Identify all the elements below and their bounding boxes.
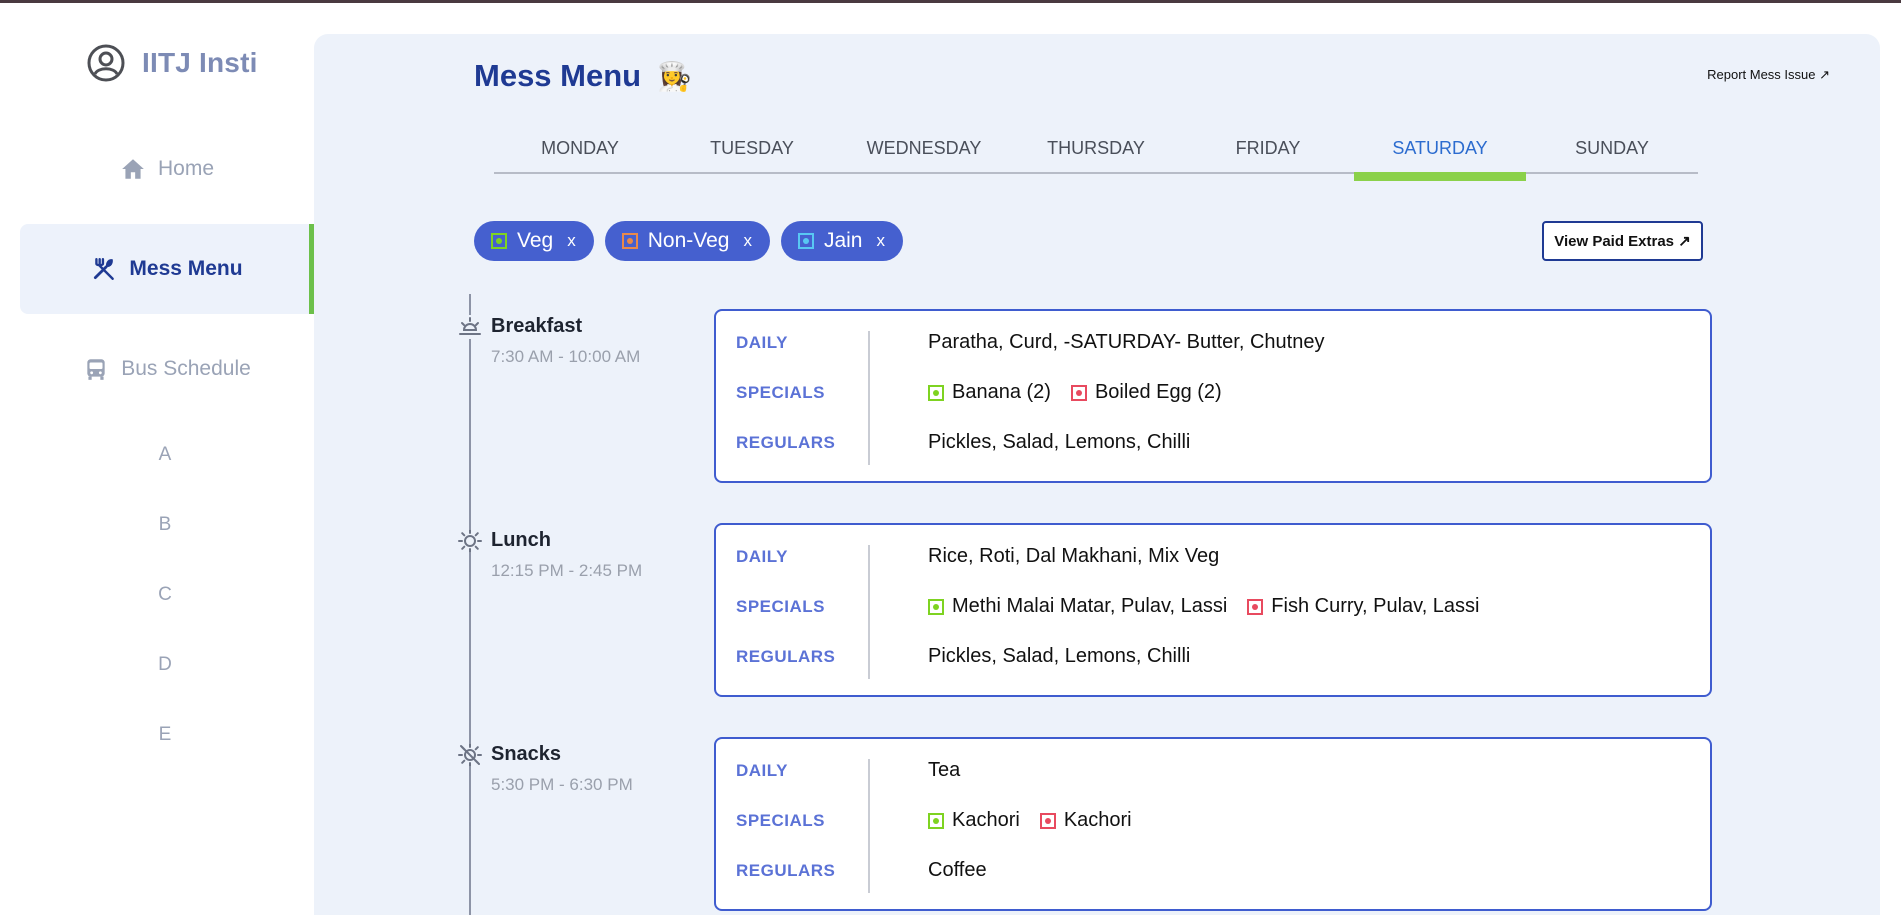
meal-name: Breakfast — [491, 315, 583, 337]
tab-thursday[interactable]: THURSDAY — [1010, 124, 1182, 172]
specials-label: SPECIALS — [736, 382, 826, 402]
jain-symbol-icon — [797, 233, 814, 249]
meal-time: 12:15 PM - 2:45 PM — [491, 561, 643, 580]
meal-card: DAILY Tea SPECIALS Kachori Kachori REGUL… — [714, 737, 1712, 911]
daily-row: DAILY Tea — [736, 759, 960, 782]
meal-time: 7:30 AM - 10:00 AM — [491, 347, 641, 366]
chip-label: Non-Veg — [647, 229, 730, 252]
remove-filter-button[interactable]: x — [876, 231, 885, 251]
bus-route-d[interactable]: D — [150, 654, 180, 676]
non-veg-symbol-icon — [621, 233, 638, 249]
daily-row: DAILY Paratha, Curd, -SATURDAY- Butter, … — [736, 331, 1324, 354]
regulars-label: REGULARS — [736, 860, 836, 880]
regulars-value: Pickles, Salad, Lemons, Chilli — [928, 645, 1191, 667]
meal-time: 5:30 PM - 6:30 PM — [491, 775, 633, 794]
remove-filter-button[interactable]: x — [567, 231, 576, 251]
veg-symbol-icon — [491, 233, 507, 249]
filter-chip-jain[interactable]: Jain x — [780, 221, 903, 261]
daily-label: DAILY — [736, 546, 788, 566]
chef-icon: 👩‍🍳 — [657, 60, 692, 92]
bus-icon — [87, 359, 105, 380]
page-title-text: Mess Menu — [474, 58, 642, 93]
sunrise-icon — [458, 315, 482, 339]
non-veg-symbol-icon — [1070, 384, 1087, 401]
filter-chip-non-veg[interactable]: Non-Veg x — [604, 221, 770, 261]
regulars-value: Pickles, Salad, Lemons, Chilli — [928, 431, 1191, 453]
meal-card: DAILY Rice, Roti, Dal Makhani, Mix Veg S… — [714, 523, 1712, 697]
tab-monday[interactable]: MONDAY — [494, 124, 666, 172]
bus-route-e[interactable]: E — [150, 724, 180, 746]
filter-chip-veg[interactable]: Veg x — [474, 221, 594, 261]
tab-wednesday[interactable]: WEDNESDAY — [838, 124, 1010, 172]
utensils-icon — [94, 258, 115, 280]
home-icon — [122, 159, 144, 179]
daily-label: DAILY — [736, 760, 788, 780]
specials-label: SPECIALS — [736, 596, 826, 616]
veg-symbol-icon — [928, 384, 944, 401]
remove-filter-button[interactable]: x — [743, 231, 752, 251]
main-panel: Mess Menu 👩‍🍳 Report Mess Issue ↗ MONDAY… — [314, 34, 1880, 915]
meal-breakfast: Breakfast 7:30 AM - 10:00 AM DAILY Parat… — [458, 309, 1712, 490]
meal-name: Lunch — [491, 529, 551, 551]
meal-name: Snacks — [491, 743, 562, 765]
meal-snacks: Snacks 5:30 PM - 6:30 PM DAILY Tea SPECI… — [458, 737, 1712, 918]
sun-off-icon — [458, 743, 482, 767]
specials-row: SPECIALS Banana (2) Boiled Egg (2) — [736, 381, 1222, 404]
specials-row: SPECIALS Kachori Kachori — [736, 809, 1132, 832]
sidebar-item-home[interactable]: Home — [20, 124, 314, 214]
daily-row: DAILY Rice, Roti, Dal Makhani, Mix Veg — [736, 545, 1219, 568]
regulars-label: REGULARS — [736, 432, 836, 452]
specials-veg-value: Banana (2) — [952, 381, 1051, 403]
specials-nonveg-value: Kachori — [1063, 809, 1132, 831]
report-mess-issue-link[interactable]: Report Mess Issue ↗ — [1707, 67, 1830, 83]
daily-value: Rice, Roti, Dal Makhani, Mix Veg — [928, 545, 1220, 567]
view-paid-extras-button[interactable]: View Paid Extras ↗ — [1542, 221, 1703, 261]
tab-saturday[interactable]: SATURDAY — [1354, 124, 1526, 181]
veg-symbol-icon — [928, 598, 944, 615]
specials-veg-value: Methi Malai Matar, Pulav, Lassi — [952, 595, 1228, 617]
non-veg-symbol-icon — [1247, 598, 1264, 615]
sidebar-item-bus-schedule[interactable]: Bus Schedule — [20, 324, 314, 414]
specials-label: SPECIALS — [736, 810, 826, 830]
daily-label: DAILY — [736, 332, 788, 352]
specials-veg-value: Kachori — [952, 809, 1020, 831]
chip-label: Veg — [517, 229, 554, 252]
non-veg-symbol-icon — [1039, 812, 1056, 829]
specials-nonveg-value: Fish Curry, Pulav, Lassi — [1271, 595, 1480, 617]
sidebar-item-mess-menu[interactable]: Mess Menu — [20, 224, 314, 314]
chip-label: Jain — [823, 229, 863, 252]
sun-icon — [458, 529, 482, 553]
meal-card: DAILY Paratha, Curd, -SATURDAY- Butter, … — [714, 309, 1712, 483]
tab-tuesday[interactable]: TUESDAY — [666, 124, 838, 172]
sidebar: IITJ Insti Home Mess Menu Bus Schedule A… — [0, 3, 314, 915]
meal-lunch: Lunch 12:15 PM - 2:45 PM DAILY Rice, Rot… — [458, 523, 1712, 704]
sidebar-item-label: Home — [157, 157, 215, 180]
tab-friday[interactable]: FRIDAY — [1182, 124, 1354, 172]
sidebar-item-label: Mess Menu — [129, 257, 243, 280]
day-tabs: MONDAY TUESDAY WEDNESDAY THURSDAY FRIDAY… — [494, 124, 1698, 181]
regulars-value: Coffee — [928, 859, 987, 881]
bus-route-c[interactable]: C — [150, 584, 180, 606]
page-title: Mess Menu 👩‍🍳 — [474, 58, 692, 94]
brand-name: IITJ Insti — [142, 47, 258, 78]
sidebar-item-label: Bus Schedule — [121, 357, 251, 380]
specials-row: SPECIALS Methi Malai Matar, Pulav, Lassi… — [736, 595, 1480, 618]
filter-chips: Veg x Non-Veg x Jain x — [474, 221, 903, 261]
tab-sunday[interactable]: SUNDAY — [1526, 124, 1698, 172]
specials-nonveg-value: Boiled Egg (2) — [1094, 381, 1222, 403]
bus-route-b[interactable]: B — [150, 514, 180, 536]
regulars-row: REGULARS Pickles, Salad, Lemons, Chilli — [736, 431, 1190, 454]
regulars-row: REGULARS Coffee — [736, 859, 987, 882]
bus-route-a[interactable]: A — [150, 444, 180, 466]
brand[interactable]: IITJ Insti — [86, 43, 258, 83]
regulars-label: REGULARS — [736, 646, 836, 666]
user-circle-icon — [87, 44, 125, 82]
daily-value: Tea — [928, 759, 961, 781]
daily-value: Paratha, Curd, -SATURDAY- Butter, Chutne… — [928, 331, 1325, 353]
regulars-row: REGULARS Pickles, Salad, Lemons, Chilli — [736, 645, 1190, 668]
veg-symbol-icon — [928, 812, 944, 829]
